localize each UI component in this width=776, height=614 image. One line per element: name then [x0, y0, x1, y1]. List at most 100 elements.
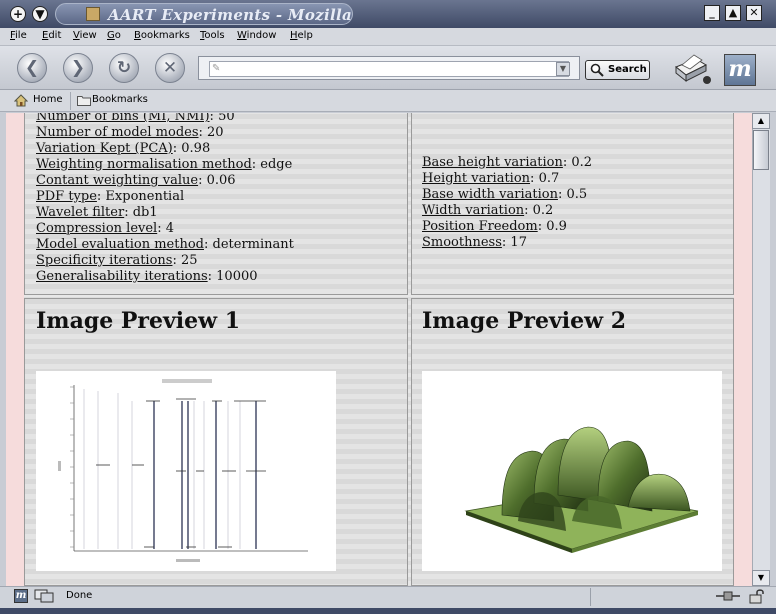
- status-bar: [0, 586, 776, 608]
- menu-bar: File Edit View Go Bookmarks Tools Window…: [0, 28, 776, 46]
- param-label: Number of model modes: [36, 125, 199, 140]
- magnifier-icon: [590, 63, 604, 77]
- param-value: 0.98: [181, 141, 211, 156]
- url-history-dropdown[interactable]: ▼: [556, 62, 570, 76]
- param-label: Wavelet filter: [36, 205, 125, 220]
- param-label: Width variation: [422, 203, 525, 218]
- image-preview-2-title: Image Preview 2: [422, 308, 627, 334]
- param-value: determinant: [212, 237, 294, 252]
- param-value: 0.5: [566, 187, 588, 202]
- mozilla-m-icon[interactable]: m: [14, 589, 28, 603]
- document-icon: [86, 7, 100, 21]
- status-separator: [590, 588, 591, 606]
- forward-arrow-icon: ❯: [70, 58, 86, 78]
- param-label: PDF type: [36, 189, 97, 204]
- right-margin-stripe: [734, 113, 752, 586]
- menu-tools[interactable]: Tools: [200, 30, 225, 41]
- offline-online-icon[interactable]: [34, 589, 54, 603]
- param-label: Smoothness: [422, 235, 502, 250]
- url-input[interactable]: [209, 61, 569, 77]
- left-margin-stripe: [6, 113, 24, 586]
- param-value: Exponential: [105, 189, 185, 204]
- image-preview-2: [422, 371, 722, 571]
- stop-icon: ✕: [162, 58, 178, 78]
- url-bar-container: ✎: [198, 56, 580, 80]
- toolbar-divider: [70, 92, 71, 110]
- param-row: Base height variation: 0.2: [422, 155, 593, 170]
- vertical-scrollbar[interactable]: [752, 113, 770, 586]
- param-label: Number of bins (MI, NMI): [36, 113, 210, 124]
- reload-icon: ↻: [116, 58, 132, 78]
- param-label: Model evaluation method: [36, 237, 204, 252]
- home-icon: [14, 94, 28, 107]
- connection-plug-icon: [716, 591, 740, 601]
- param-value: 0.9: [546, 219, 567, 234]
- menu-help[interactable]: Help: [290, 30, 313, 41]
- param-value: 4: [165, 221, 175, 236]
- close-button[interactable]: ✕: [746, 5, 762, 21]
- back-button[interactable]: ❮: [17, 53, 47, 83]
- menu-edit[interactable]: Edit: [42, 30, 61, 41]
- menu-go[interactable]: Go: [107, 30, 121, 41]
- param-row: Variation Kept (PCA): 0.98: [36, 141, 211, 156]
- param-label: Position Freedom: [422, 219, 538, 234]
- param-value: db1: [132, 205, 158, 220]
- param-label: Generalisability iterations: [36, 269, 208, 284]
- security-lock-icon[interactable]: [748, 588, 766, 604]
- personal-toolbar: Home Bookmarks: [0, 90, 776, 112]
- menu-view[interactable]: View: [73, 30, 97, 41]
- reload-button[interactable]: ↻: [109, 53, 139, 83]
- param-row: Height variation: 0.7: [422, 171, 560, 186]
- scroll-up-arrow-icon[interactable]: ▲: [752, 113, 770, 129]
- param-row: Position Freedom: 0.9: [422, 219, 567, 234]
- param-label: Weighting normalisation method: [36, 157, 252, 172]
- param-row: Weighting normalisation method: edge: [36, 157, 293, 172]
- window-bottom-frame: [0, 608, 776, 614]
- window-titlebar: + ▼ AART Experiments - Mozilla _ ▲ ✕: [0, 0, 776, 28]
- param-row: Base width variation: 0.5: [422, 187, 588, 202]
- param-value: 0.06: [206, 173, 236, 188]
- param-value: 10000: [216, 269, 258, 284]
- param-value: 50: [218, 113, 235, 124]
- param-row: Model evaluation method: determinant: [36, 237, 294, 252]
- scroll-down-arrow-icon[interactable]: ▼: [752, 570, 770, 586]
- param-row: Wavelet filter: db1: [36, 205, 158, 220]
- param-label: Base width variation: [422, 187, 558, 202]
- bookmarks-link[interactable]: Bookmarks: [92, 94, 148, 105]
- param-label: Base height variation: [422, 155, 563, 170]
- folder-icon: [77, 96, 91, 106]
- page-content: Number of bins (MI, NMI): 50 Number of m…: [6, 113, 752, 586]
- window-menu-button[interactable]: +: [10, 6, 26, 22]
- surface-render-image: [464, 426, 699, 553]
- param-label: Contant weighting value: [36, 173, 199, 188]
- param-value: 25: [180, 253, 198, 268]
- mozilla-throbber[interactable]: m: [724, 54, 756, 86]
- param-label: Compression level: [36, 221, 158, 236]
- plot-thumbnail-image: [36, 371, 336, 571]
- param-row: PDF type: Exponential: [36, 189, 185, 204]
- print-icon[interactable]: [672, 53, 712, 85]
- forward-button[interactable]: ❯: [63, 53, 93, 83]
- window-shade-button[interactable]: ▼: [32, 6, 48, 22]
- param-row: Number of bins (MI, NMI): 50: [36, 113, 235, 124]
- param-row: Width variation: 0.2: [422, 203, 554, 218]
- param-label: Height variation: [422, 171, 531, 186]
- scrollbar-thumb[interactable]: [753, 130, 769, 170]
- window-title: AART Experiments - Mozilla: [108, 6, 352, 24]
- window-title-pill: AART Experiments - Mozilla: [55, 3, 353, 25]
- menu-window[interactable]: Window: [237, 30, 276, 41]
- menu-bookmarks[interactable]: Bookmarks: [134, 30, 190, 41]
- status-text: Done: [66, 590, 93, 601]
- site-icon: ✎: [212, 63, 221, 74]
- maximize-button[interactable]: ▲: [725, 5, 741, 21]
- menu-file[interactable]: File: [10, 30, 27, 41]
- param-row: Smoothness: 17: [422, 235, 527, 250]
- home-link[interactable]: Home: [33, 94, 63, 105]
- param-row: Contant weighting value: 0.06: [36, 173, 236, 188]
- param-value: edge: [260, 157, 293, 172]
- stop-button[interactable]: ✕: [155, 53, 185, 83]
- param-row: Generalisability iterations: 10000: [36, 269, 258, 284]
- param-value: 0.7: [538, 171, 560, 186]
- param-row: Number of model modes: 20: [36, 125, 224, 140]
- minimize-button[interactable]: _: [704, 5, 720, 21]
